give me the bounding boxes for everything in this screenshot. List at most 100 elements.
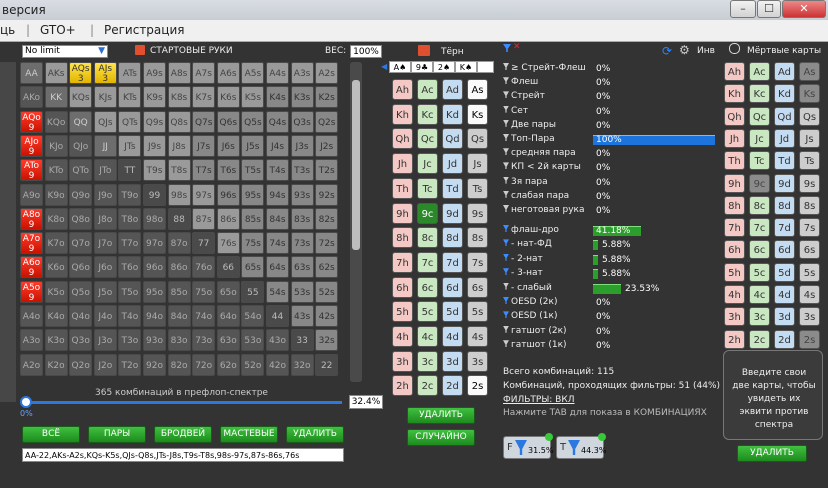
hand-cell[interactable]: QQ	[69, 110, 93, 133]
hand-cell[interactable]: A8s	[167, 62, 191, 84]
board-picker-card[interactable]: Tc	[417, 177, 438, 199]
hand-cell[interactable]: 98s	[167, 183, 191, 206]
dead-picker-card[interactable]: 6h	[724, 240, 745, 260]
menu-item-gto[interactable]: GTO+	[40, 23, 76, 37]
filter-icon[interactable]	[503, 340, 509, 348]
board-picker-card[interactable]: 7d	[442, 251, 463, 273]
hand-cell[interactable]: Q2o	[69, 353, 93, 376]
hand-cell[interactable]: 92o	[143, 353, 166, 376]
hand-cell[interactable]: A9o	[20, 183, 43, 206]
hand-cell[interactable]: 43s	[290, 305, 314, 327]
draw-row[interactable]: гатшот (2к)	[503, 325, 567, 338]
hand-cell[interactable]: 74s	[266, 232, 289, 255]
hand-cell[interactable]: 32o	[290, 353, 314, 376]
hand-cell[interactable]: 86s	[216, 207, 240, 230]
hand-cell[interactable]: KJo	[44, 134, 68, 157]
board-picker-card[interactable]: 5d	[442, 301, 463, 323]
filter-badge-f[interactable]: F 31.5%	[503, 433, 553, 459]
dead-picker-card[interactable]: 5d	[774, 262, 795, 282]
maximize-button[interactable]: ☐	[757, 0, 781, 18]
dead-picker-card[interactable]: Kc	[749, 84, 770, 104]
draw-row[interactable]: - слабый	[503, 282, 552, 295]
hand-cell[interactable]: 22	[315, 353, 339, 376]
dead-picker-card[interactable]: 3s	[799, 307, 820, 327]
board-picker-card[interactable]: 3s	[467, 350, 488, 372]
hand-cell[interactable]: K2o	[44, 353, 68, 376]
hand-cell[interactable]: J3s	[290, 134, 314, 157]
minimize-button[interactable]: –	[730, 0, 756, 18]
board-picker-card[interactable]: 4s	[467, 326, 488, 347]
draw-row[interactable]: флаш-дро	[503, 225, 559, 237]
range-slider[interactable]	[20, 396, 342, 408]
dead-picker-card[interactable]: Ad	[774, 62, 795, 81]
board-picker-card[interactable]: 4h	[392, 326, 413, 347]
dead-picker-card[interactable]: 7h	[724, 218, 745, 238]
dead-picker-card[interactable]: Ah	[724, 62, 745, 81]
dead-picker-card[interactable]: 6s	[799, 240, 820, 260]
filter-icon[interactable]	[503, 77, 509, 85]
dead-picker-card[interactable]: Ts	[799, 151, 820, 171]
board-picker-card[interactable]: Qh	[392, 128, 413, 150]
filter-badge-t[interactable]: T 44.3%	[556, 433, 606, 459]
filter-icon[interactable]	[503, 268, 509, 276]
dead-picker-card[interactable]: 2h	[724, 329, 745, 349]
dead-picker-card[interactable]: 4h	[724, 285, 745, 304]
board-picker-card[interactable]: 2s	[467, 375, 488, 397]
hand-cell[interactable]: 82s	[315, 207, 339, 230]
hand-cell[interactable]: T7s	[192, 159, 216, 182]
stat-row[interactable]: Две пары	[503, 119, 556, 132]
pairs-button[interactable]: ПАРЫ	[88, 426, 146, 443]
stat-row[interactable]: КП < 2й карты	[503, 162, 581, 174]
board-picker-card[interactable]: 3h	[392, 350, 413, 372]
hand-cell[interactable]: K5s	[241, 86, 265, 109]
hand-cell[interactable]: 42s	[315, 305, 339, 327]
board-card-1[interactable]: A♠	[389, 61, 411, 73]
grid-scroll-thumb[interactable]	[352, 80, 360, 250]
board-picker-card[interactable]: 9d	[442, 202, 463, 224]
board-picker-card[interactable]: 9c	[417, 202, 438, 224]
select-all-button[interactable]: ВСЁ	[22, 426, 80, 443]
hand-cell[interactable]: Q6o	[69, 256, 93, 279]
hand-cell[interactable]: 95s	[241, 183, 265, 206]
dead-picker-card[interactable]: Qh	[724, 106, 745, 126]
board-picker-card[interactable]: Qd	[442, 128, 463, 150]
stat-row[interactable]: Топ-Пара	[503, 134, 555, 146]
hand-cell[interactable]: AJs 3	[93, 62, 117, 84]
hand-cell[interactable]: T7o	[118, 232, 142, 255]
board-picker-card[interactable]: Jd	[442, 153, 463, 175]
hand-cell[interactable]: T4s	[266, 159, 289, 182]
hand-cell[interactable]: T4o	[118, 305, 142, 327]
board-picker-card[interactable]: 9h	[392, 202, 413, 224]
filter-icon[interactable]	[503, 91, 509, 99]
hand-cell[interactable]: 52s	[315, 280, 339, 303]
hand-cell[interactable]: J5o	[93, 280, 117, 303]
draw-row[interactable]: - нат-ФД	[503, 239, 552, 251]
filter-icon[interactable]	[503, 190, 509, 198]
slider-knob[interactable]	[20, 396, 32, 408]
board-picker-card[interactable]: 7h	[392, 251, 413, 273]
hand-cell[interactable]: 73s	[290, 232, 314, 255]
hand-cell[interactable]: J2o	[93, 353, 117, 376]
board-picker-card[interactable]: Kc	[417, 103, 438, 125]
board-picker-card[interactable]: 9s	[467, 202, 488, 224]
hand-cell[interactable]: T3o	[118, 329, 142, 352]
dead-picker-card[interactable]: Kd	[774, 84, 795, 104]
hand-cell[interactable]: T2o	[118, 353, 142, 376]
hand-cell[interactable]: KTo	[44, 159, 68, 182]
hand-cell[interactable]: 97o	[143, 232, 166, 255]
hand-cell[interactable]: AQo 9	[20, 110, 43, 133]
hand-cell[interactable]: Q4o	[69, 305, 93, 327]
hand-cell[interactable]: 64s	[266, 256, 289, 279]
hand-cell[interactable]: 98o	[143, 207, 166, 230]
broadway-button[interactable]: БРОДВЕЙ	[154, 426, 212, 443]
hand-cell[interactable]: 52o	[241, 353, 265, 376]
hand-cell[interactable]: A7s	[192, 62, 216, 84]
filter-icon[interactable]	[503, 239, 509, 247]
hand-cell[interactable]: K8o	[44, 207, 68, 230]
hand-cell[interactable]: 76s	[216, 232, 240, 255]
hand-cell[interactable]: 87o	[167, 232, 191, 255]
board-picker-card[interactable]: 6d	[442, 276, 463, 298]
board-picker-card[interactable]: 6c	[417, 276, 438, 298]
dead-picker-card[interactable]: 9c	[749, 173, 770, 193]
hand-cell[interactable]: QJs	[93, 110, 117, 133]
